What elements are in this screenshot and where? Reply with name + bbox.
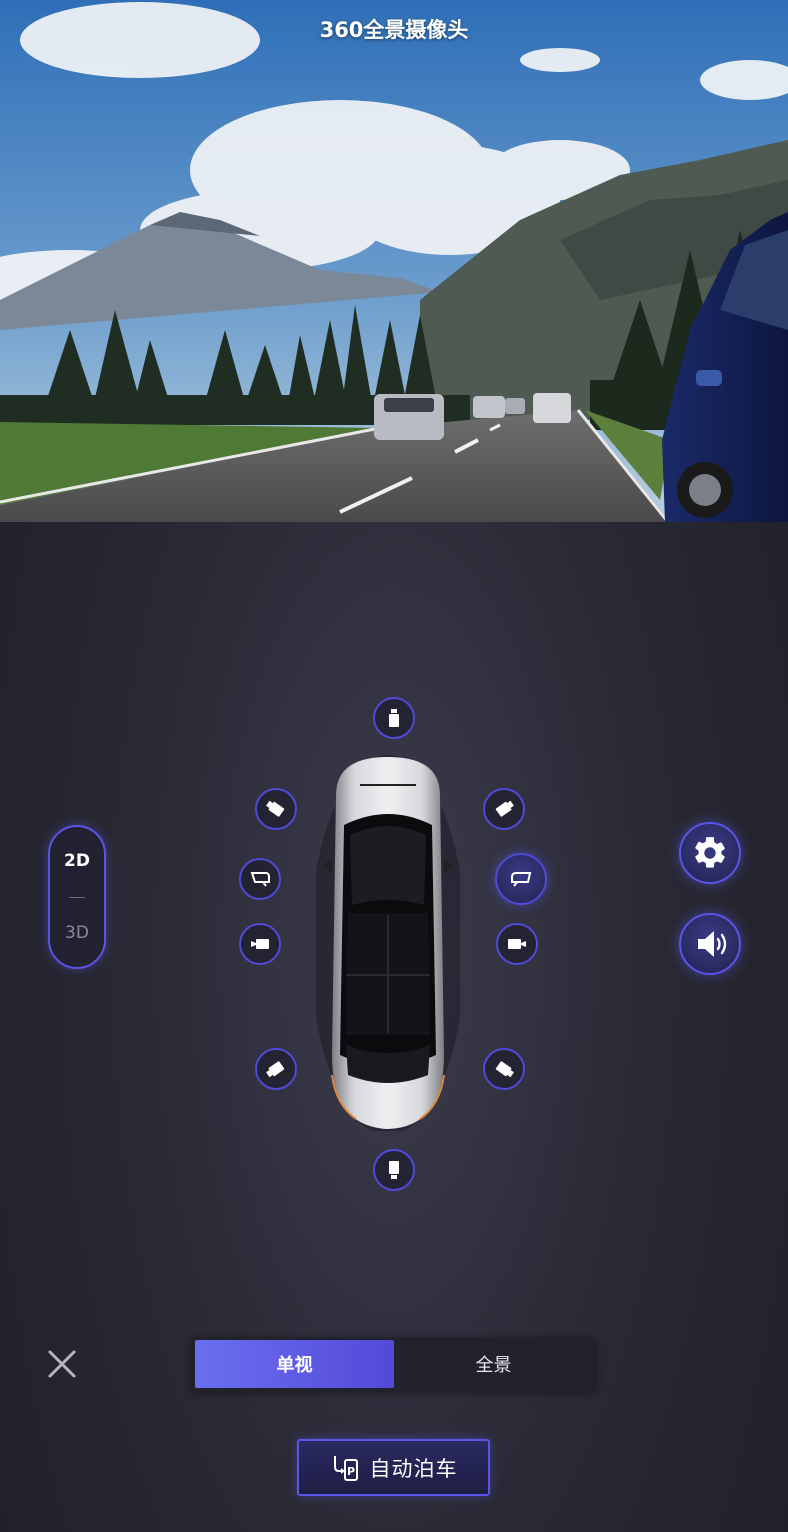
svg-text:P: P xyxy=(346,1465,354,1478)
camera-left-side[interactable] xyxy=(239,923,281,965)
view-segment-control: 单视 全景 xyxy=(192,1337,596,1391)
car-top-view xyxy=(316,755,460,1131)
rear-camera-icon xyxy=(389,1161,399,1179)
right-mirror-icon xyxy=(511,872,532,887)
camera-right-side[interactable] xyxy=(496,923,538,965)
camera-rear-right[interactable] xyxy=(483,1048,525,1090)
auto-park-label: 自动泊车 xyxy=(369,1456,458,1481)
camera-rear[interactable] xyxy=(373,1149,415,1191)
left-side-camera-icon xyxy=(251,939,269,949)
front-right-camera-icon xyxy=(495,800,514,817)
camera-feed: 360全景摄像头 xyxy=(0,0,788,522)
camera-right-mirror[interactable] xyxy=(495,853,547,905)
front-camera-icon xyxy=(389,709,399,727)
park-entry-icon: P xyxy=(333,1455,358,1481)
front-left-camera-icon xyxy=(266,800,285,817)
single-view-tab[interactable]: 单视 xyxy=(195,1340,394,1388)
panorama-tab[interactable]: 全景 xyxy=(394,1340,593,1388)
rear-right-camera-icon xyxy=(495,1061,514,1078)
camera-rear-left[interactable] xyxy=(255,1048,297,1090)
camera-front-right[interactable] xyxy=(483,788,525,830)
left-mirror-icon xyxy=(250,872,270,887)
close-icon[interactable] xyxy=(46,1348,78,1380)
feed-title: 360全景摄像头 xyxy=(319,18,469,42)
camera-left-mirror[interactable] xyxy=(239,858,281,900)
camera-front-left[interactable] xyxy=(255,788,297,830)
camera-front[interactable] xyxy=(373,697,415,739)
rear-left-camera-icon xyxy=(266,1061,285,1078)
auto-park-button[interactable]: P 自动泊车 xyxy=(297,1439,490,1496)
camera-selector xyxy=(0,680,788,1200)
right-side-camera-icon xyxy=(508,939,526,949)
